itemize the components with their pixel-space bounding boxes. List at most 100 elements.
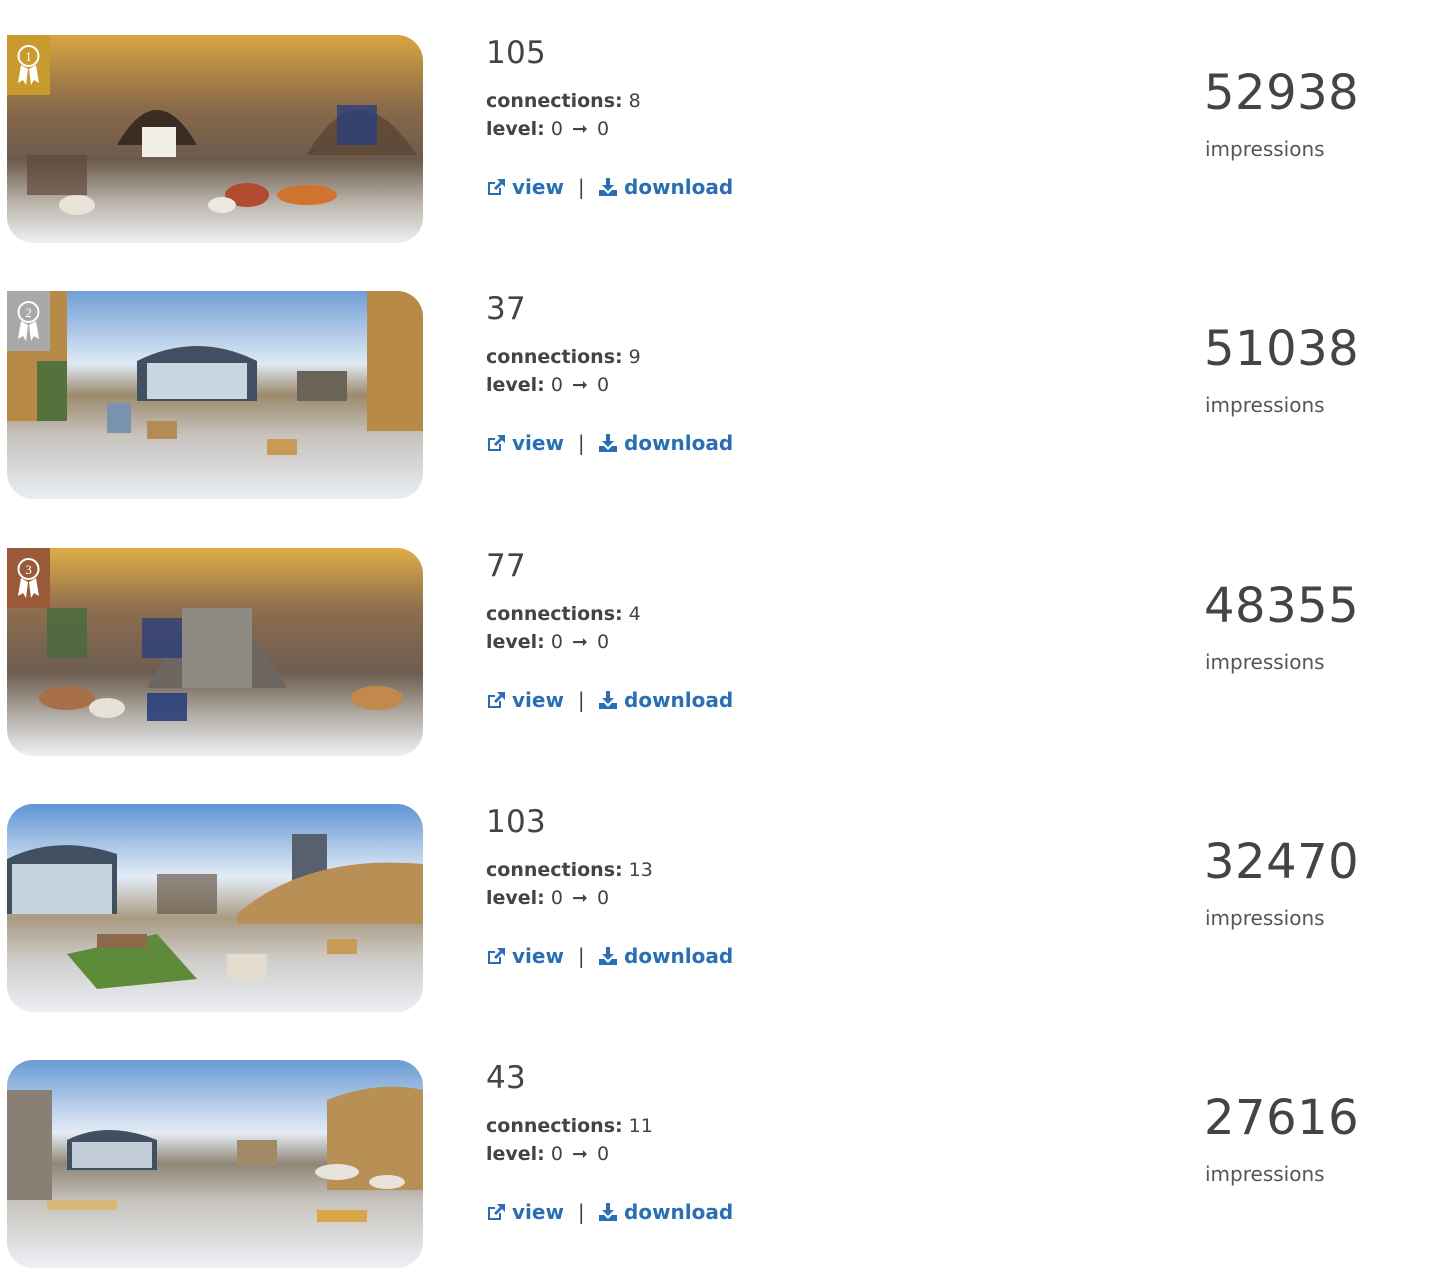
view-link[interactable]: view bbox=[486, 1200, 571, 1224]
download-icon bbox=[598, 431, 618, 459]
list-item: 43 connections: 11 level: 0 ➞ 0 view | d… bbox=[0, 1060, 1440, 1270]
actions: view | download bbox=[486, 942, 733, 972]
level-to: 0 bbox=[596, 887, 610, 909]
node-id: 103 bbox=[486, 804, 547, 840]
svg-text:2: 2 bbox=[25, 305, 32, 320]
link-separator: | bbox=[577, 688, 585, 712]
view-label: view bbox=[512, 1200, 564, 1224]
view-label: view bbox=[512, 944, 564, 968]
silver-award-ribbon-icon: 2 bbox=[7, 291, 50, 351]
panorama-thumbnail[interactable] bbox=[7, 35, 423, 243]
connections-line: connections: 13 bbox=[486, 856, 653, 884]
link-separator: | bbox=[577, 175, 585, 199]
level-to: 0 bbox=[596, 374, 610, 396]
download-label: download bbox=[624, 1200, 734, 1224]
view-link[interactable]: view bbox=[486, 431, 571, 455]
download-label: download bbox=[624, 175, 734, 199]
actions: view | download bbox=[486, 1198, 733, 1228]
level-label: level: bbox=[486, 631, 545, 653]
level-line: level: 0 ➞ 0 bbox=[486, 371, 609, 399]
svg-text:1: 1 bbox=[25, 49, 32, 64]
connections-line: connections: 8 bbox=[486, 87, 641, 115]
node-id: 37 bbox=[486, 291, 527, 327]
level-label: level: bbox=[486, 1143, 545, 1165]
view-link[interactable]: view bbox=[486, 944, 571, 968]
connections-label: connections: bbox=[486, 603, 623, 625]
connections-label: connections: bbox=[486, 1115, 623, 1137]
actions: view | download bbox=[486, 686, 733, 716]
bronze-award-ribbon-icon: 3 bbox=[7, 548, 50, 608]
panorama-ranking-list: 1 105 connections: 8 level: 0 ➞ 0 view | bbox=[0, 0, 1440, 1286]
impressions-count: 51038 bbox=[1204, 321, 1360, 377]
level-from: 0 bbox=[550, 1143, 563, 1165]
connections-value: 9 bbox=[628, 346, 641, 368]
node-id: 77 bbox=[486, 548, 527, 584]
external-link-icon bbox=[486, 688, 506, 716]
link-separator: | bbox=[577, 431, 585, 455]
impressions-label: impressions bbox=[1205, 906, 1325, 930]
download-label: download bbox=[624, 431, 734, 455]
connections-label: connections: bbox=[486, 346, 623, 368]
connections-value: 8 bbox=[628, 90, 641, 112]
connections-label: connections: bbox=[486, 859, 623, 881]
level-line: level: 0 ➞ 0 bbox=[486, 1140, 609, 1168]
level-label: level: bbox=[486, 374, 545, 396]
list-item: 1 105 connections: 8 level: 0 ➞ 0 view | bbox=[0, 35, 1440, 245]
download-label: download bbox=[624, 688, 734, 712]
download-link[interactable]: download bbox=[598, 688, 733, 712]
view-label: view bbox=[512, 175, 564, 199]
level-line: level: 0 ➞ 0 bbox=[486, 628, 609, 656]
arrow-right-icon: ➞ bbox=[571, 1143, 588, 1165]
view-link[interactable]: view bbox=[486, 175, 571, 199]
download-icon bbox=[598, 175, 618, 203]
level-label: level: bbox=[486, 118, 545, 140]
impressions-count: 48355 bbox=[1204, 578, 1360, 634]
download-label: download bbox=[624, 944, 734, 968]
impressions-count: 52938 bbox=[1204, 65, 1360, 121]
download-icon bbox=[598, 688, 618, 716]
node-id: 105 bbox=[486, 35, 547, 71]
download-link[interactable]: download bbox=[598, 431, 733, 455]
panorama-thumbnail[interactable] bbox=[7, 804, 423, 1012]
level-from: 0 bbox=[550, 374, 563, 396]
view-label: view bbox=[512, 431, 564, 455]
level-line: level: 0 ➞ 0 bbox=[486, 115, 609, 143]
level-from: 0 bbox=[550, 887, 563, 909]
impressions-label: impressions bbox=[1205, 393, 1325, 417]
node-id: 43 bbox=[486, 1060, 527, 1096]
link-separator: | bbox=[577, 944, 585, 968]
view-label: view bbox=[512, 688, 564, 712]
connections-line: connections: 4 bbox=[486, 600, 641, 628]
download-link[interactable]: download bbox=[598, 1200, 733, 1224]
panorama-thumbnail[interactable] bbox=[7, 291, 423, 499]
connections-value: 13 bbox=[628, 859, 653, 881]
level-to: 0 bbox=[596, 118, 610, 140]
panorama-thumbnail[interactable] bbox=[7, 1060, 423, 1268]
arrow-right-icon: ➞ bbox=[571, 887, 588, 909]
list-item: 2 37 connections: 9 level: 0 ➞ 0 view | bbox=[0, 291, 1440, 501]
view-link[interactable]: view bbox=[486, 688, 571, 712]
connections-line: connections: 9 bbox=[486, 343, 641, 371]
impressions-label: impressions bbox=[1205, 650, 1325, 674]
download-link[interactable]: download bbox=[598, 175, 733, 199]
impressions-count: 27616 bbox=[1204, 1090, 1360, 1146]
arrow-right-icon: ➞ bbox=[571, 374, 588, 396]
list-item: 3 77 connections: 4 level: 0 ➞ 0 view | bbox=[0, 548, 1440, 758]
connections-value: 4 bbox=[628, 603, 641, 625]
gold-award-ribbon-icon: 1 bbox=[7, 35, 50, 95]
level-from: 0 bbox=[550, 631, 563, 653]
impressions-label: impressions bbox=[1205, 1162, 1325, 1186]
external-link-icon bbox=[486, 944, 506, 972]
impressions-label: impressions bbox=[1205, 137, 1325, 161]
download-icon bbox=[598, 944, 618, 972]
panorama-thumbnail[interactable] bbox=[7, 548, 423, 756]
connections-line: connections: 11 bbox=[486, 1112, 653, 1140]
download-icon bbox=[598, 1200, 618, 1228]
external-link-icon bbox=[486, 1200, 506, 1228]
download-link[interactable]: download bbox=[598, 944, 733, 968]
arrow-right-icon: ➞ bbox=[571, 631, 588, 653]
level-label: level: bbox=[486, 887, 545, 909]
external-link-icon bbox=[486, 175, 506, 203]
impressions-count: 32470 bbox=[1204, 834, 1360, 890]
level-to: 0 bbox=[596, 631, 610, 653]
